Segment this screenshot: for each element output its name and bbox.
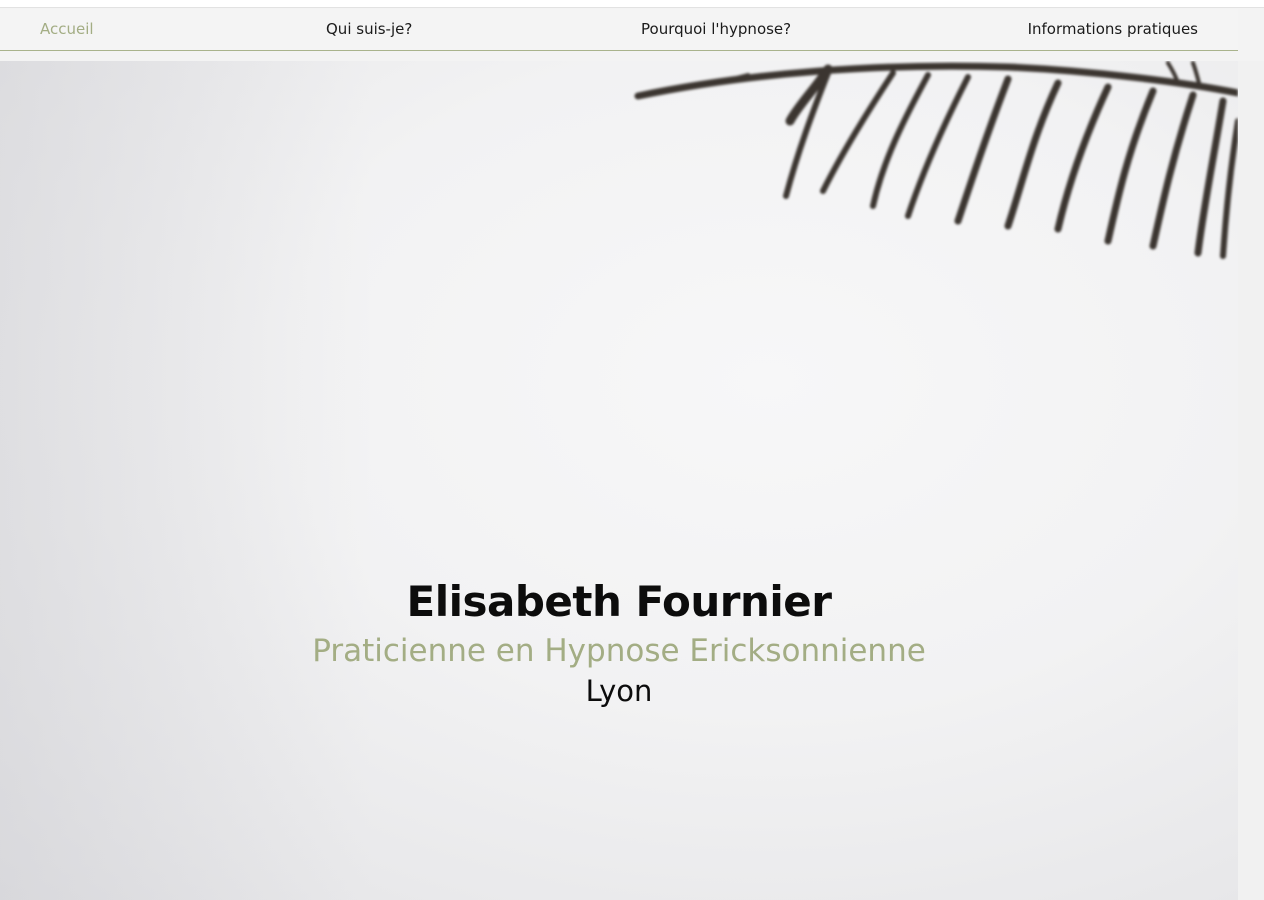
palm-leaf-shadow-image [634,61,1238,259]
hero-subtitle: Praticienne en Hypnose Ericksonnienne [312,633,926,669]
top-strip [0,0,1264,8]
nav-item-pourquoi-hypnose[interactable]: Pourquoi l'hypnose? [641,19,791,39]
main-nav: Accueil Qui suis-je? Pourquoi l'hypnose?… [0,9,1238,51]
hero-text-block: Elisabeth Fournier Praticienne en Hypnos… [0,573,1238,711]
hero-section: Elisabeth Fournier Praticienne en Hypnos… [0,61,1238,900]
nav-item-informations-pratiques[interactable]: Informations pratiques [1028,19,1198,39]
scrollbar-gutter[interactable] [1238,61,1264,900]
nav-item-accueil[interactable]: Accueil [40,19,94,39]
page: Accueil Qui suis-je? Pourquoi l'hypnose?… [0,0,1264,900]
hero-city: Lyon [585,674,653,708]
hero-name: Elisabeth Fournier [406,577,832,626]
nav-item-qui-suis-je[interactable]: Qui suis-je? [326,19,412,39]
